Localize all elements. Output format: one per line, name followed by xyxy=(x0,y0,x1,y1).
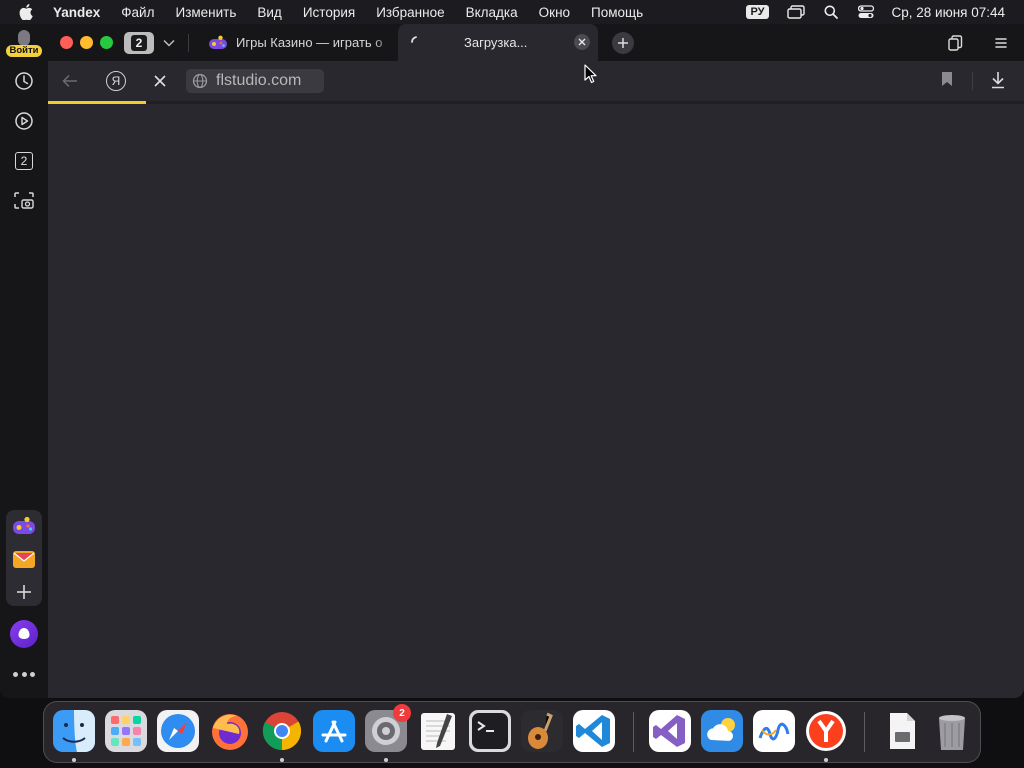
dock-running-indicator xyxy=(384,758,388,762)
tab-casino-games[interactable]: Игры Казино — играть о xyxy=(200,24,396,61)
appstore-icon[interactable] xyxy=(313,710,355,752)
launchpad-icon[interactable] xyxy=(105,710,147,752)
user-avatar-icon xyxy=(18,30,30,46)
document-icon[interactable] xyxy=(881,710,923,752)
login-label: Войти xyxy=(6,45,42,57)
firefox-icon[interactable] xyxy=(209,710,251,752)
address-field[interactable]: flstudio.com xyxy=(186,69,324,93)
apple-icon[interactable] xyxy=(15,0,37,24)
dock: 2 xyxy=(43,701,981,763)
tab-title: Игры Казино — играть о xyxy=(236,35,383,50)
add-widget-icon[interactable] xyxy=(14,582,34,602)
safari-icon[interactable] xyxy=(157,710,199,752)
tab-divider xyxy=(188,34,189,52)
visualstudio-icon[interactable] xyxy=(649,710,691,752)
app-name-menu[interactable]: Yandex xyxy=(53,5,100,20)
sidebar-widgets-panel xyxy=(6,510,42,606)
bookmark-icon[interactable] xyxy=(940,71,956,89)
menubar-clock[interactable]: Ср, 28 июня 07:44 xyxy=(892,5,1006,20)
video-play-icon[interactable] xyxy=(12,109,36,133)
browser-sidebar: Войти 2 xyxy=(0,24,48,698)
mail-icon[interactable] xyxy=(12,548,36,570)
gamepad-icon xyxy=(208,35,228,51)
alice-assistant-icon[interactable] xyxy=(10,620,38,648)
tab-count-value: 2 xyxy=(131,35,147,51)
menu-bar: Yandex Файл Изменить Вид История Избранн… xyxy=(0,0,1024,24)
garageband-icon[interactable] xyxy=(521,710,563,752)
close-tab-button[interactable] xyxy=(574,34,590,50)
menu-tab[interactable]: Вкладка xyxy=(466,5,518,20)
finder-icon[interactable] xyxy=(53,710,95,752)
browser-window: Войти 2 2 Игры Казино — играть о Загрузк… xyxy=(0,24,1024,698)
freeform-icon[interactable] xyxy=(753,710,795,752)
tab-title-fade xyxy=(372,24,396,61)
dock-separator xyxy=(864,712,865,752)
menu-file[interactable]: Файл xyxy=(121,5,154,20)
counter-button[interactable]: 2 xyxy=(12,149,36,173)
globe-icon xyxy=(192,73,208,89)
weather-icon[interactable] xyxy=(701,710,743,752)
hamburger-menu-icon[interactable] xyxy=(992,34,1010,52)
dock-running-indicator xyxy=(824,758,828,762)
page-content-area[interactable] xyxy=(48,104,1024,698)
screenshot-camera-icon[interactable] xyxy=(12,189,36,213)
control-center-icon[interactable] xyxy=(857,4,875,20)
menu-help[interactable]: Помощь xyxy=(591,5,643,20)
url-text: flstudio.com xyxy=(216,72,302,89)
menu-history[interactable]: История xyxy=(303,5,355,20)
trash-icon[interactable] xyxy=(931,710,973,752)
zoom-window-button[interactable] xyxy=(100,36,113,49)
minimize-window-button[interactable] xyxy=(80,36,93,49)
menu-edit[interactable]: Изменить xyxy=(175,5,236,20)
close-window-button[interactable] xyxy=(60,36,73,49)
login-button[interactable]: Войти xyxy=(6,30,42,58)
desktop: Yandex Файл Изменить Вид История Избранн… xyxy=(0,0,1024,768)
stop-loading-icon[interactable] xyxy=(150,71,170,91)
dock-running-indicator xyxy=(72,758,76,762)
chevron-down-icon[interactable] xyxy=(160,34,178,52)
mouse-cursor-icon xyxy=(584,64,598,84)
chrome-icon[interactable] xyxy=(261,710,303,752)
dock-separator xyxy=(633,712,634,752)
textedit-icon[interactable] xyxy=(417,710,459,752)
tab-title: Загрузка... xyxy=(464,35,528,50)
tab-count-button[interactable]: 2 xyxy=(124,32,154,54)
terminal-icon[interactable] xyxy=(469,710,511,752)
input-language-badge[interactable]: РУ xyxy=(746,5,769,19)
addressbar-divider xyxy=(972,72,973,90)
menu-window[interactable]: Окно xyxy=(539,5,570,20)
menu-view[interactable]: Вид xyxy=(257,5,281,20)
spotlight-search-icon[interactable] xyxy=(822,4,840,20)
back-arrow-icon[interactable] xyxy=(60,71,80,91)
dock-running-indicator xyxy=(280,758,284,762)
more-icon[interactable] xyxy=(13,670,35,678)
tab-loading-active[interactable]: Загрузка... xyxy=(398,24,598,61)
vscode-icon[interactable] xyxy=(573,710,615,752)
download-icon[interactable] xyxy=(990,71,1008,91)
menu-favorites[interactable]: Избранное xyxy=(376,5,444,20)
new-tab-button[interactable] xyxy=(612,32,634,54)
address-bar-row: Я flstudio.com xyxy=(48,61,1024,101)
games-icon[interactable] xyxy=(12,516,36,538)
loading-spinner-icon xyxy=(410,35,424,49)
yandex-browser-icon[interactable] xyxy=(805,710,847,752)
counter-value: 2 xyxy=(15,152,33,170)
notification-badge: 2 xyxy=(393,704,411,722)
screen-mirroring-icon[interactable] xyxy=(786,4,805,20)
tab-strip: 2 Игры Казино — играть о Загрузка... xyxy=(48,24,1024,61)
history-icon[interactable] xyxy=(12,69,36,93)
collections-icon[interactable] xyxy=(946,34,964,52)
yandex-home-button[interactable]: Я xyxy=(106,71,126,91)
